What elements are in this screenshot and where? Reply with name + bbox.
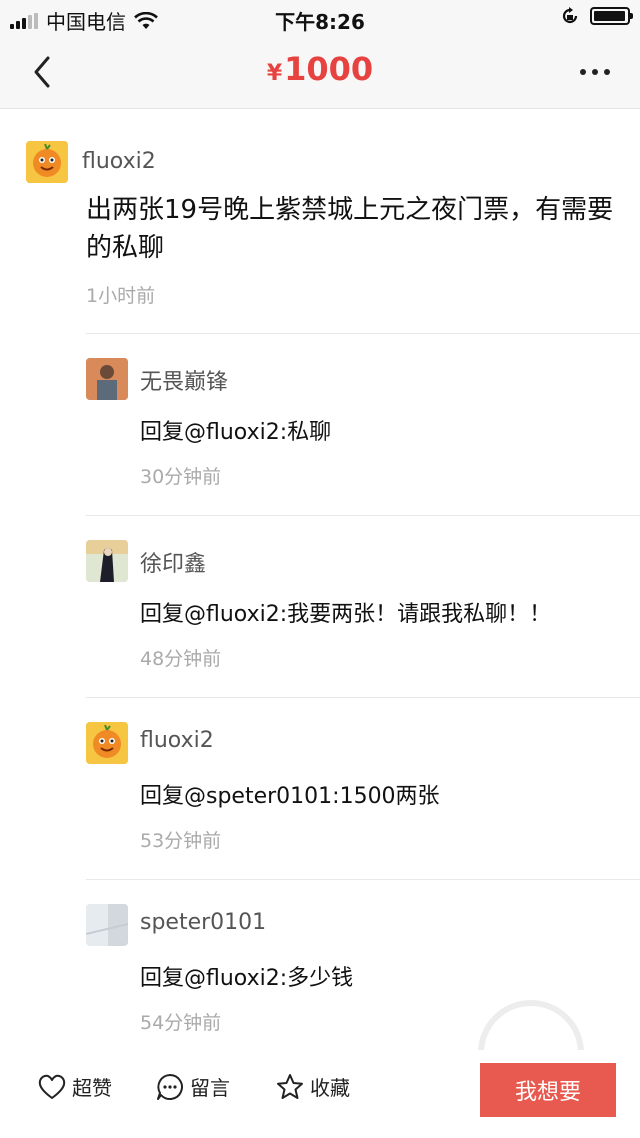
star-icon bbox=[277, 1073, 303, 1099]
reply-time: 48分钟前 bbox=[140, 648, 222, 670]
cartoon-avatar-icon bbox=[26, 141, 68, 183]
reply-time: 53分钟前 bbox=[140, 830, 222, 852]
more-dot-icon bbox=[592, 69, 598, 75]
avatar[interactable] bbox=[86, 358, 128, 400]
price-value: 1000 bbox=[284, 50, 374, 88]
post-time: 1小时前 bbox=[86, 285, 156, 307]
status-time: 下午8:26 bbox=[275, 10, 365, 34]
photo-avatar-icon bbox=[86, 540, 128, 582]
cartoon-avatar-icon bbox=[86, 722, 128, 764]
status-right bbox=[560, 6, 633, 26]
avatar[interactable] bbox=[26, 141, 68, 183]
reply-username[interactable]: 徐印鑫 bbox=[140, 546, 206, 578]
currency-symbol: ¥ bbox=[266, 61, 283, 86]
reply-username[interactable]: fluoxi2 bbox=[140, 728, 214, 753]
avatar[interactable] bbox=[86, 722, 128, 764]
avatar[interactable] bbox=[86, 540, 128, 582]
comment-label: 留言 bbox=[190, 1076, 230, 1100]
reply-time: 54分钟前 bbox=[140, 1012, 222, 1034]
reply-item: fluoxi2 回复@speter0101:1500两张 53分钟前 bbox=[0, 698, 640, 880]
reply-time: 30分钟前 bbox=[140, 466, 222, 488]
reply-item: 徐印鑫 回复@fluoxi2:我要两张！请跟我私聊！！ 48分钟前 bbox=[0, 516, 640, 698]
avatar[interactable] bbox=[86, 904, 128, 946]
reply-text: 回复@fluoxi2:我要两张！请跟我私聊！！ bbox=[140, 602, 552, 627]
favorite-label: 收藏 bbox=[310, 1076, 350, 1100]
like-button[interactable]: 超赞 bbox=[38, 1072, 112, 1101]
reply-item: 无畏巅锋 回复@fluoxi2:私聊 30分钟前 bbox=[0, 334, 640, 516]
post-username[interactable]: fluoxi2 bbox=[82, 149, 156, 174]
photo-avatar-icon bbox=[86, 358, 128, 400]
status-bar: 中国电信 下午8:26 bbox=[0, 0, 640, 36]
like-label: 超赞 bbox=[72, 1076, 112, 1100]
reply-username[interactable]: 无畏巅锋 bbox=[140, 364, 228, 396]
rotation-lock-icon bbox=[562, 7, 578, 24]
comment-bubble-icon bbox=[157, 1073, 183, 1100]
reply-username[interactable]: speter0101 bbox=[140, 910, 266, 935]
nav-bar: ¥1000 bbox=[0, 36, 640, 109]
photo-avatar-icon bbox=[86, 904, 128, 946]
comment-list: fluoxi2 出两张19号晚上紫禁城上元之夜门票，有需要的私聊 1小时前 无畏… bbox=[0, 109, 640, 1062]
comment-button[interactable]: 留言 bbox=[156, 1072, 230, 1101]
want-button[interactable]: 我想要 bbox=[480, 1063, 616, 1117]
more-dot-icon bbox=[580, 69, 586, 75]
bottom-bar: 超赞 留言 收藏 我想要 bbox=[0, 1050, 640, 1138]
favorite-button[interactable]: 收藏 bbox=[276, 1072, 350, 1101]
reply-item: speter0101 回复@fluoxi2:多少钱 54分钟前 bbox=[0, 880, 640, 1062]
post-text: 出两张19号晚上紫禁城上元之夜门票，有需要的私聊 bbox=[86, 195, 614, 263]
reply-text: 回复@fluoxi2:多少钱 bbox=[140, 966, 354, 991]
battery-icon bbox=[590, 7, 633, 25]
heart-icon bbox=[38, 1074, 66, 1099]
price-title: ¥1000 bbox=[0, 50, 640, 88]
more-dot-icon bbox=[604, 69, 610, 75]
reply-text: 回复@fluoxi2:私聊 bbox=[140, 420, 332, 445]
reply-text: 回复@speter0101:1500两张 bbox=[140, 784, 440, 809]
more-button[interactable] bbox=[570, 54, 620, 90]
main-post: fluoxi2 出两张19号晚上紫禁城上元之夜门票，有需要的私聊 1小时前 bbox=[0, 109, 640, 334]
